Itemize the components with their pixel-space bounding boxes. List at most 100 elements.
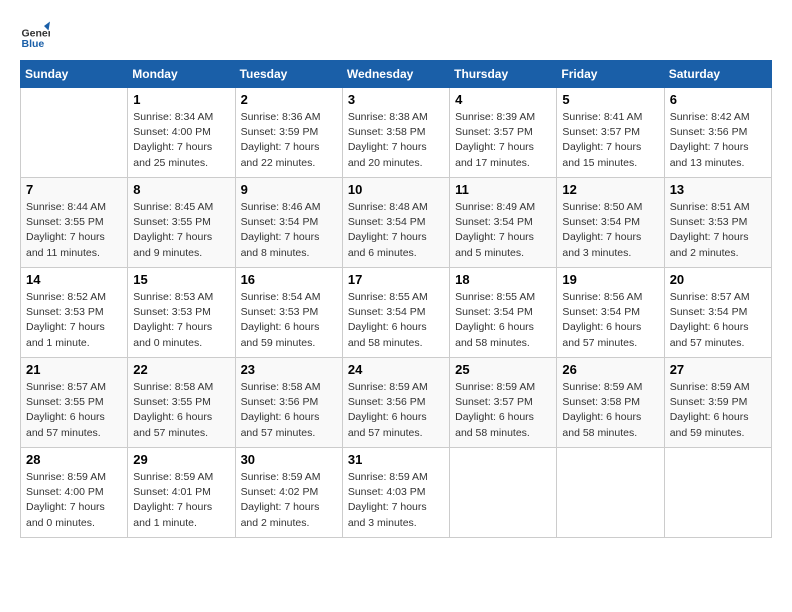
calendar-cell: 26Sunrise: 8:59 AMSunset: 3:58 PMDayligh…	[557, 358, 664, 448]
day-info: Sunrise: 8:51 AMSunset: 3:53 PMDaylight:…	[670, 200, 766, 261]
day-number: 11	[455, 182, 551, 197]
day-info: Sunrise: 8:59 AMSunset: 3:59 PMDaylight:…	[670, 380, 766, 441]
day-number: 13	[670, 182, 766, 197]
day-number: 28	[26, 452, 122, 467]
calendar-cell: 9 Sunrise: 8:46 AMSunset: 3:54 PMDaylight…	[235, 178, 342, 268]
calendar-table: SundayMondayTuesdayWednesdayThursdayFrid…	[20, 60, 772, 538]
day-number: 27	[670, 362, 766, 377]
weekday-header-thursday: Thursday	[450, 61, 557, 88]
calendar-cell: 27 Sunrise: 8:59 AMSunset: 3:59 PMDayligh…	[664, 358, 771, 448]
calendar-cell	[557, 448, 664, 538]
calendar-cell: 5 Sunrise: 8:41 AMSunset: 3:57 PMDaylight…	[557, 88, 664, 178]
day-number: 2	[241, 92, 337, 107]
week-row-1: 1 Sunrise: 8:34 AMSunset: 4:00 PMDaylight…	[21, 88, 772, 178]
day-number: 20	[670, 272, 766, 287]
day-info: Sunrise: 8:59 AMSunset: 4:02 PMDaylight:…	[241, 470, 337, 531]
day-info: Sunrise: 8:36 AMSunset: 3:59 PMDaylight:…	[241, 110, 337, 171]
day-info: Sunrise: 8:39 AMSunset: 3:57 PMDaylight:…	[455, 110, 551, 171]
day-info: Sunrise: 8:59 AMSunset: 3:57 PMDaylight:…	[455, 380, 551, 441]
day-number: 22	[133, 362, 229, 377]
calendar-cell: 3 Sunrise: 8:38 AMSunset: 3:58 PMDaylight…	[342, 88, 449, 178]
day-info: Sunrise: 8:59 AMSunset: 4:00 PMDaylight:…	[26, 470, 122, 531]
day-info: Sunrise: 8:46 AMSunset: 3:54 PMDaylight:…	[241, 200, 337, 261]
week-row-3: 14 Sunrise: 8:52 AMSunset: 3:53 PMDayligh…	[21, 268, 772, 358]
calendar-cell	[664, 448, 771, 538]
day-info: Sunrise: 8:56 AMSunset: 3:54 PMDaylight:…	[562, 290, 658, 351]
calendar-cell: 28 Sunrise: 8:59 AMSunset: 4:00 PMDayligh…	[21, 448, 128, 538]
day-number: 24	[348, 362, 444, 377]
calendar-cell: 21 Sunrise: 8:57 AMSunset: 3:55 PMDayligh…	[21, 358, 128, 448]
week-row-2: 7 Sunrise: 8:44 AMSunset: 3:55 PMDaylight…	[21, 178, 772, 268]
calendar-cell: 7 Sunrise: 8:44 AMSunset: 3:55 PMDaylight…	[21, 178, 128, 268]
day-number: 7	[26, 182, 122, 197]
calendar-cell: 4 Sunrise: 8:39 AMSunset: 3:57 PMDaylight…	[450, 88, 557, 178]
day-number: 9	[241, 182, 337, 197]
calendar-cell: 16 Sunrise: 8:54 AMSunset: 3:53 PMDayligh…	[235, 268, 342, 358]
day-info: Sunrise: 8:48 AMSunset: 3:54 PMDaylight:…	[348, 200, 444, 261]
day-info: Sunrise: 8:59 AMSunset: 3:56 PMDaylight:…	[348, 380, 444, 441]
calendar-cell: 30Sunrise: 8:59 AMSunset: 4:02 PMDayligh…	[235, 448, 342, 538]
calendar-cell: 22Sunrise: 8:58 AMSunset: 3:55 PMDayligh…	[128, 358, 235, 448]
day-number: 14	[26, 272, 122, 287]
day-number: 8	[133, 182, 229, 197]
logo: General Blue	[20, 20, 50, 50]
day-info: Sunrise: 8:44 AMSunset: 3:55 PMDaylight:…	[26, 200, 122, 261]
day-number: 29	[133, 452, 229, 467]
day-info: Sunrise: 8:55 AMSunset: 3:54 PMDaylight:…	[348, 290, 444, 351]
day-number: 1	[133, 92, 229, 107]
calendar-cell: 8 Sunrise: 8:45 AMSunset: 3:55 PMDaylight…	[128, 178, 235, 268]
page-header: General Blue	[20, 20, 772, 50]
day-info: Sunrise: 8:59 AMSunset: 4:03 PMDaylight:…	[348, 470, 444, 531]
calendar-cell: 17 Sunrise: 8:55 AMSunset: 3:54 PMDayligh…	[342, 268, 449, 358]
calendar-cell: 31 Sunrise: 8:59 AMSunset: 4:03 PMDayligh…	[342, 448, 449, 538]
calendar-cell: 23 Sunrise: 8:58 AMSunset: 3:56 PMDayligh…	[235, 358, 342, 448]
calendar-cell: 12 Sunrise: 8:50 AMSunset: 3:54 PMDayligh…	[557, 178, 664, 268]
day-info: Sunrise: 8:50 AMSunset: 3:54 PMDaylight:…	[562, 200, 658, 261]
calendar-cell: 2 Sunrise: 8:36 AMSunset: 3:59 PMDaylight…	[235, 88, 342, 178]
day-number: 12	[562, 182, 658, 197]
day-number: 31	[348, 452, 444, 467]
day-info: Sunrise: 8:54 AMSunset: 3:53 PMDaylight:…	[241, 290, 337, 351]
day-number: 16	[241, 272, 337, 287]
day-number: 10	[348, 182, 444, 197]
day-info: Sunrise: 8:34 AMSunset: 4:00 PMDaylight:…	[133, 110, 229, 171]
calendar-cell: 15 Sunrise: 8:53 AMSunset: 3:53 PMDayligh…	[128, 268, 235, 358]
day-number: 6	[670, 92, 766, 107]
day-number: 4	[455, 92, 551, 107]
day-number: 19	[562, 272, 658, 287]
calendar-cell: 10 Sunrise: 8:48 AMSunset: 3:54 PMDayligh…	[342, 178, 449, 268]
day-info: Sunrise: 8:58 AMSunset: 3:56 PMDaylight:…	[241, 380, 337, 441]
weekday-header-saturday: Saturday	[664, 61, 771, 88]
day-info: Sunrise: 8:55 AMSunset: 3:54 PMDaylight:…	[455, 290, 551, 351]
day-number: 23	[241, 362, 337, 377]
svg-text:Blue: Blue	[22, 38, 45, 50]
calendar-cell: 25Sunrise: 8:59 AMSunset: 3:57 PMDayligh…	[450, 358, 557, 448]
calendar-cell: 1 Sunrise: 8:34 AMSunset: 4:00 PMDaylight…	[128, 88, 235, 178]
day-info: Sunrise: 8:49 AMSunset: 3:54 PMDaylight:…	[455, 200, 551, 261]
weekday-header-friday: Friday	[557, 61, 664, 88]
day-info: Sunrise: 8:57 AMSunset: 3:55 PMDaylight:…	[26, 380, 122, 441]
weekday-header-wednesday: Wednesday	[342, 61, 449, 88]
day-number: 17	[348, 272, 444, 287]
calendar-cell: 20Sunrise: 8:57 AMSunset: 3:54 PMDayligh…	[664, 268, 771, 358]
day-number: 15	[133, 272, 229, 287]
day-info: Sunrise: 8:45 AMSunset: 3:55 PMDaylight:…	[133, 200, 229, 261]
day-number: 21	[26, 362, 122, 377]
day-info: Sunrise: 8:52 AMSunset: 3:53 PMDaylight:…	[26, 290, 122, 351]
day-info: Sunrise: 8:38 AMSunset: 3:58 PMDaylight:…	[348, 110, 444, 171]
calendar-cell: 13 Sunrise: 8:51 AMSunset: 3:53 PMDayligh…	[664, 178, 771, 268]
day-number: 5	[562, 92, 658, 107]
calendar-cell: 29Sunrise: 8:59 AMSunset: 4:01 PMDayligh…	[128, 448, 235, 538]
day-info: Sunrise: 8:59 AMSunset: 3:58 PMDaylight:…	[562, 380, 658, 441]
calendar-cell: 14 Sunrise: 8:52 AMSunset: 3:53 PMDayligh…	[21, 268, 128, 358]
day-number: 3	[348, 92, 444, 107]
logo-icon: General Blue	[20, 20, 50, 50]
weekday-header-sunday: Sunday	[21, 61, 128, 88]
weekday-header-tuesday: Tuesday	[235, 61, 342, 88]
calendar-cell: 6Sunrise: 8:42 AMSunset: 3:56 PMDaylight…	[664, 88, 771, 178]
day-info: Sunrise: 8:53 AMSunset: 3:53 PMDaylight:…	[133, 290, 229, 351]
day-number: 18	[455, 272, 551, 287]
day-info: Sunrise: 8:41 AMSunset: 3:57 PMDaylight:…	[562, 110, 658, 171]
weekday-header-monday: Monday	[128, 61, 235, 88]
calendar-cell: 19 Sunrise: 8:56 AMSunset: 3:54 PMDayligh…	[557, 268, 664, 358]
